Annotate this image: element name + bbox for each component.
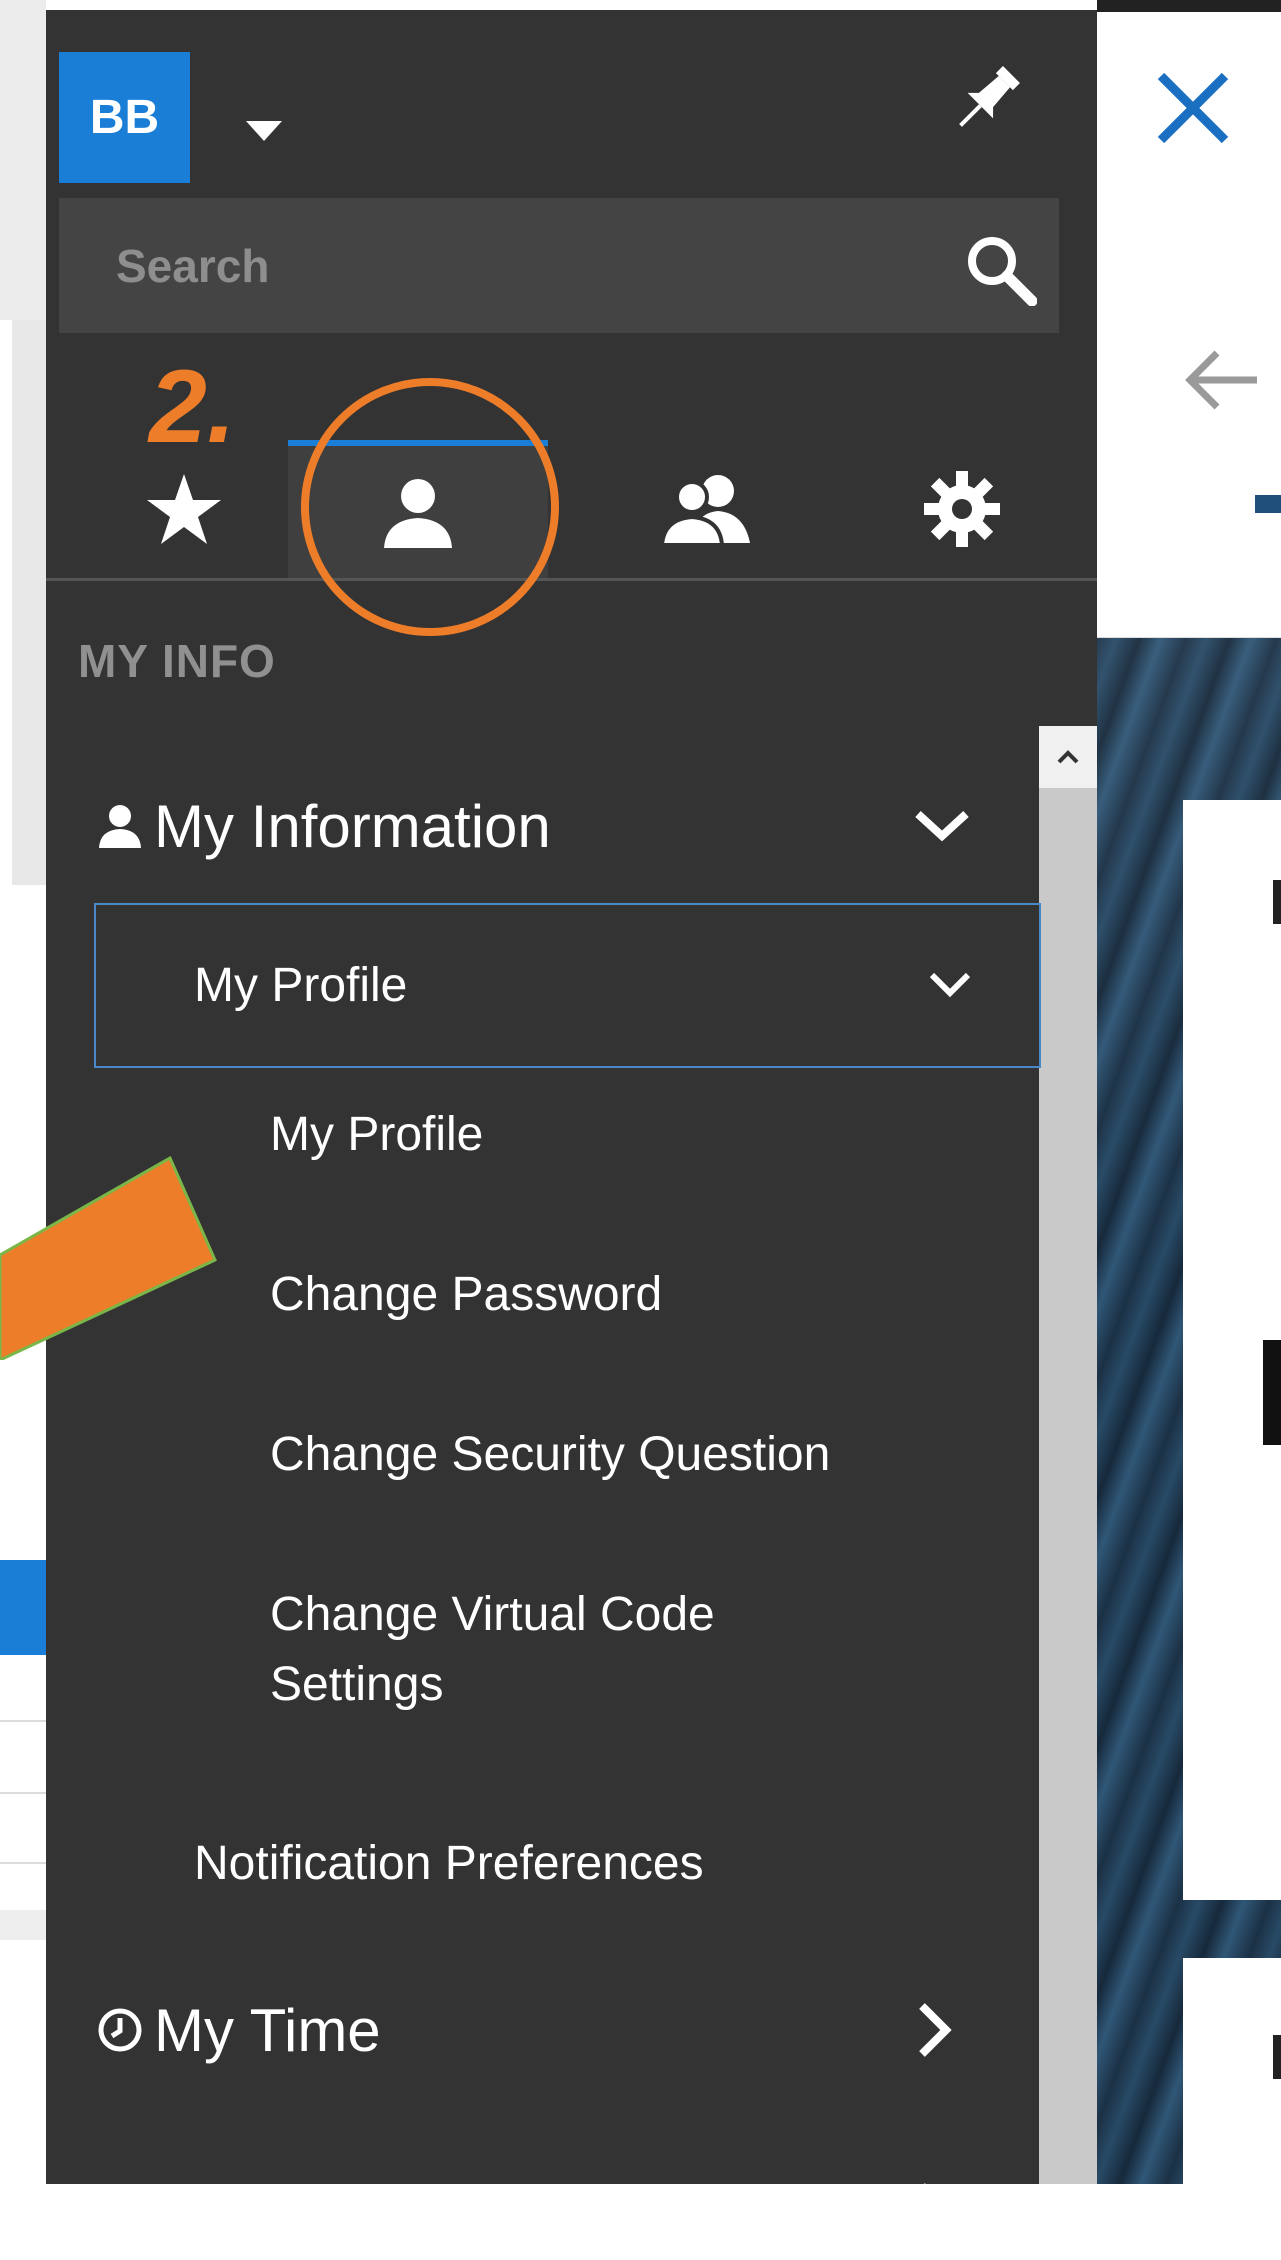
background-card-bar xyxy=(1273,2035,1281,2079)
menu-change-virtual-code-settings[interactable]: Change Virtual Code Settings xyxy=(270,1580,715,1719)
menu-notification-preferences[interactable]: Notification Preferences xyxy=(194,1828,704,1898)
menu-change-password[interactable]: Change Password xyxy=(270,1260,662,1330)
calendar-icon xyxy=(97,2191,143,2233)
close-icon[interactable] xyxy=(1153,68,1233,148)
tab-team[interactable] xyxy=(626,440,786,578)
annotation-step-number: 2. xyxy=(149,349,236,465)
chevron-down-icon xyxy=(929,972,971,998)
menu-my-information[interactable]: My Information xyxy=(96,776,996,876)
menu-my-time[interactable]: My Time xyxy=(96,1980,996,2080)
chevron-right-icon xyxy=(919,2003,952,2057)
users-icon xyxy=(659,475,750,547)
background-card-bar xyxy=(1273,880,1281,924)
background-card xyxy=(1183,1958,1281,2184)
background-accent xyxy=(1255,495,1281,513)
search-icon[interactable] xyxy=(962,231,1037,306)
chevron-down-icon xyxy=(915,811,969,842)
background-page-left xyxy=(0,0,46,2184)
background-divider xyxy=(0,1862,46,1864)
background-divider xyxy=(0,1792,46,1794)
chevron-right-icon xyxy=(919,2183,952,2237)
menu-label: My Information xyxy=(154,792,551,860)
menu-my-profile[interactable]: My Profile xyxy=(270,1100,483,1170)
panel-top-edge xyxy=(46,0,1097,10)
background-divider xyxy=(0,1720,46,1722)
search-input[interactable] xyxy=(114,197,918,334)
background-page-right xyxy=(1097,0,1281,2184)
star-icon xyxy=(147,474,221,544)
annotation-arrow xyxy=(0,1155,217,1360)
search-bar xyxy=(59,197,1059,334)
menu-change-security-question[interactable]: Change Security Question xyxy=(270,1420,830,1490)
menu-my-schedule[interactable]: My Schedule xyxy=(96,2160,996,2260)
scrollbar[interactable] xyxy=(1039,726,1097,2184)
menu-my-profile-group-label[interactable]: My Profile xyxy=(194,930,1044,1040)
menu-label: My Time xyxy=(154,1996,381,2064)
background-block xyxy=(12,320,46,885)
background-card-bar xyxy=(1263,1340,1281,1445)
pin-icon[interactable] xyxy=(946,60,1026,140)
background-topband xyxy=(1097,0,1281,12)
gear-icon xyxy=(924,471,1000,547)
chevron-up-icon xyxy=(1057,750,1079,764)
menu-label: My Schedule xyxy=(154,2176,501,2244)
avatar[interactable]: BB xyxy=(59,52,190,183)
tab-settings[interactable] xyxy=(882,440,1042,578)
scroll-up-button[interactable] xyxy=(1039,726,1097,788)
background-blue-bar xyxy=(0,1560,46,1655)
background-block xyxy=(0,0,46,320)
user-icon xyxy=(99,805,141,848)
background-row xyxy=(0,1910,46,1940)
back-arrow-icon[interactable] xyxy=(1182,345,1262,415)
tabs-divider xyxy=(46,578,1097,581)
caret-down-icon[interactable] xyxy=(244,118,284,143)
annotation-circle xyxy=(301,378,559,636)
section-title: MY INFO xyxy=(78,635,276,687)
side-nav-panel: BB Search 2. MY INFO My Information My P… xyxy=(46,0,1097,2244)
clock-icon xyxy=(98,2008,142,2052)
